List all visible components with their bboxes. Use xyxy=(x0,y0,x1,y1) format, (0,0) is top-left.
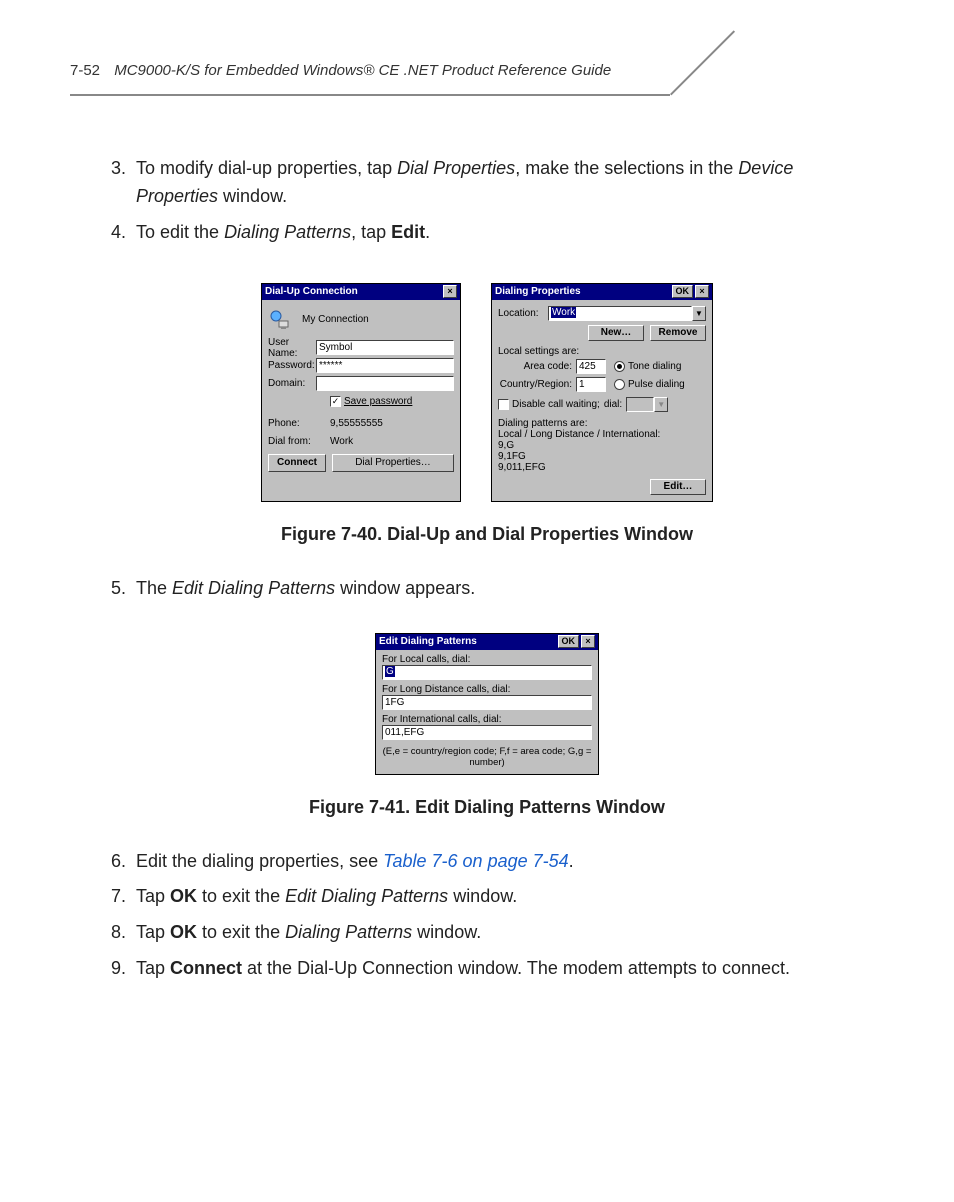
figure-caption-40: Figure 7-40. Dial-Up and Dial Properties… xyxy=(100,524,874,545)
step-text: Tap OK to exit the Edit Dialing Patterns… xyxy=(136,883,874,911)
step-num: 8. xyxy=(100,919,136,947)
step-4: 4. To edit the Dialing Patterns, tap Edi… xyxy=(100,219,874,247)
window-title: Edit Dialing Patterns xyxy=(379,636,556,647)
location-label: Location: xyxy=(498,308,548,319)
step-text: Tap OK to exit the Dialing Patterns wind… xyxy=(136,919,874,947)
pulse-label: Pulse dialing xyxy=(628,379,685,390)
header-rule xyxy=(70,94,670,96)
page-header: 7-52 MC9000-K/S for Embedded Windows® CE… xyxy=(70,50,884,100)
step-3: 3. To modify dial-up properties, tap Dia… xyxy=(100,155,874,211)
location-select[interactable]: Work xyxy=(548,306,692,321)
figure-7-40: Dial-Up Connection × My Connection User … xyxy=(100,283,874,502)
domain-label: Domain: xyxy=(268,378,316,389)
user-label: User Name: xyxy=(268,337,316,359)
dial-properties-button[interactable]: Dial Properties… xyxy=(332,454,454,472)
dialing-properties-window: Dialing Properties OK × Location: Work ▼… xyxy=(491,283,713,502)
titlebar: Dialing Properties OK × xyxy=(492,284,712,300)
connection-icon xyxy=(268,308,292,332)
connection-name: My Connection xyxy=(302,314,369,325)
step-9: 9. Tap Connect at the Dial-Up Connection… xyxy=(100,955,874,983)
ok-button[interactable]: OK xyxy=(672,285,694,298)
step-num: 3. xyxy=(100,155,136,211)
edit-dialing-patterns-window: Edit Dialing Patterns OK × For Local cal… xyxy=(375,633,599,775)
disable-call-waiting-checkbox[interactable] xyxy=(498,399,509,410)
step-text: Tap Connect at the Dial-Up Connection wi… xyxy=(136,955,874,983)
step-num: 7. xyxy=(100,883,136,911)
page-number: 7-52 xyxy=(70,62,100,79)
tone-label: Tone dialing xyxy=(628,361,681,372)
dialup-window: Dial-Up Connection × My Connection User … xyxy=(261,283,461,502)
phone-label: Phone: xyxy=(268,418,330,429)
close-icon[interactable]: × xyxy=(581,635,595,648)
chevron-down-icon: ▼ xyxy=(654,397,668,412)
domain-input[interactable] xyxy=(316,376,454,391)
remove-button[interactable]: Remove xyxy=(650,325,706,341)
country-label: Country/Region: xyxy=(498,379,576,390)
figure-7-41: Edit Dialing Patterns OK × For Local cal… xyxy=(100,633,874,775)
guide-title: MC9000-K/S for Embedded Windows® CE .NET… xyxy=(114,62,611,79)
intl-label: For International calls, dial: xyxy=(382,714,592,725)
close-icon[interactable]: × xyxy=(443,285,457,298)
pattern-3: 9,011,EFG xyxy=(498,462,706,473)
step-text: The Edit Dialing Patterns window appears… xyxy=(136,575,874,603)
step-6: 6. Edit the dialing properties, see Tabl… xyxy=(100,848,874,876)
header-rule-diag xyxy=(670,30,735,95)
window-title: Dial-Up Connection xyxy=(265,286,441,297)
patterns-are-label: Dialing patterns are: xyxy=(498,418,706,429)
local-input[interactable]: G xyxy=(382,665,592,680)
step-5: 5. The Edit Dialing Patterns window appe… xyxy=(100,575,874,603)
pulse-radio[interactable] xyxy=(614,379,625,390)
dialfrom-label: Dial from: xyxy=(268,436,330,447)
password-input[interactable] xyxy=(316,358,454,373)
ld-label: For Long Distance calls, dial: xyxy=(382,684,592,695)
save-password-checkbox[interactable]: ✓ xyxy=(330,396,341,407)
phone-value: 9,55555555 xyxy=(330,418,383,429)
local-call-label: For Local calls, dial: xyxy=(382,654,592,665)
step-text: To modify dial-up properties, tap Dial P… xyxy=(136,155,874,211)
chevron-down-icon[interactable]: ▼ xyxy=(692,306,706,321)
step-num: 4. xyxy=(100,219,136,247)
pattern-2: 9,1FG xyxy=(498,451,706,462)
tone-radio[interactable] xyxy=(614,361,625,372)
local-settings-label: Local settings are: xyxy=(498,346,706,357)
step-7: 7. Tap OK to exit the Edit Dialing Patte… xyxy=(100,883,874,911)
ok-button[interactable]: OK xyxy=(558,635,580,648)
step-8: 8. Tap OK to exit the Dialing Patterns w… xyxy=(100,919,874,947)
figure-caption-41: Figure 7-41. Edit Dialing Patterns Windo… xyxy=(100,797,874,818)
disable-cw-label: Disable call waiting; xyxy=(512,399,600,410)
step-text: Edit the dialing properties, see Table 7… xyxy=(136,848,874,876)
page-content: 3. To modify dial-up properties, tap Dia… xyxy=(100,155,874,991)
titlebar: Dial-Up Connection × xyxy=(262,284,460,300)
window-title: Dialing Properties xyxy=(495,286,670,297)
area-code-label: Area code: xyxy=(498,361,576,372)
ld-input[interactable] xyxy=(382,695,592,710)
legend-text: (E,e = country/region code; F,f = area c… xyxy=(382,746,592,768)
dialfrom-value: Work xyxy=(330,436,353,447)
pattern-1: 9,G xyxy=(498,440,706,451)
step-num: 9. xyxy=(100,955,136,983)
password-label: Password: xyxy=(268,360,316,371)
new-button[interactable]: New… xyxy=(588,325,644,341)
intl-input[interactable] xyxy=(382,725,592,740)
patterns-sub-label: Local / Long Distance / International: xyxy=(498,429,706,440)
area-code-input[interactable] xyxy=(576,359,606,374)
step-num: 6. xyxy=(100,848,136,876)
crossref-link[interactable]: Table 7-6 on page 7-54 xyxy=(383,851,568,871)
dial-select xyxy=(626,397,654,412)
country-input[interactable] xyxy=(576,377,606,392)
dial-label: dial: xyxy=(604,399,622,410)
close-icon[interactable]: × xyxy=(695,285,709,298)
user-input[interactable] xyxy=(316,340,454,355)
save-password-label: Save password xyxy=(344,396,412,407)
edit-button[interactable]: Edit… xyxy=(650,479,706,495)
step-text: To edit the Dialing Patterns, tap Edit. xyxy=(136,219,874,247)
connect-button[interactable]: Connect xyxy=(268,454,326,472)
step-num: 5. xyxy=(100,575,136,603)
titlebar: Edit Dialing Patterns OK × xyxy=(376,634,598,650)
